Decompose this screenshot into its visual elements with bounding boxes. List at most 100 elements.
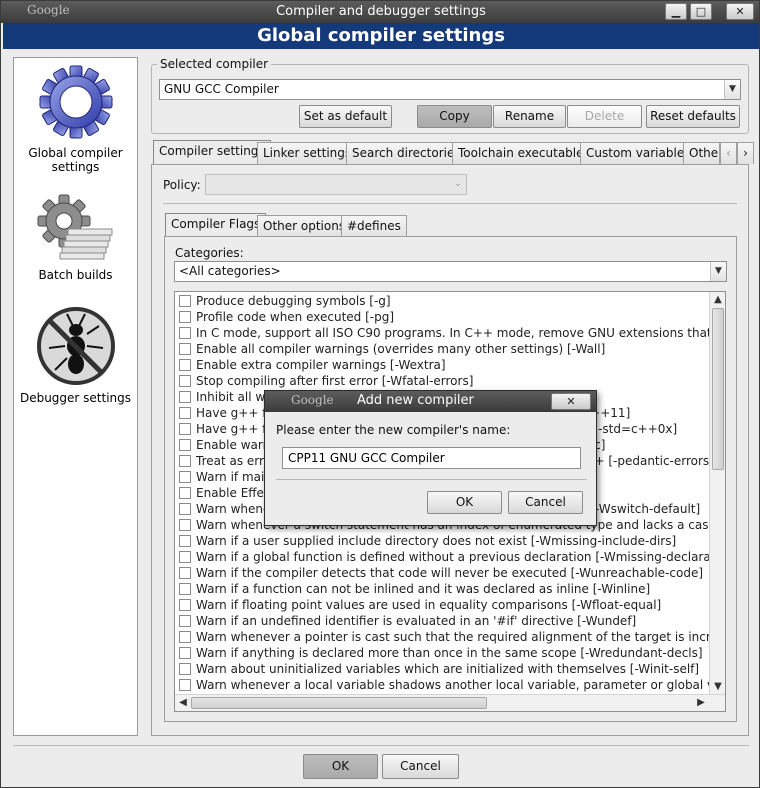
divider [163,203,737,204]
checkbox[interactable] [179,535,191,547]
tab-defines[interactable]: #defines [341,215,407,237]
ok-button[interactable]: OK [303,754,378,779]
checkbox[interactable] [179,471,191,483]
tab-custom-variables[interactable]: Custom variables [580,142,697,164]
cancel-button[interactable]: Cancel [382,754,459,779]
list-item[interactable]: Profile code when executed [-pg] [179,309,394,325]
close-button[interactable]: ✕ [726,3,754,20]
checkbox[interactable] [179,359,191,371]
dialog-title-bar[interactable]: Google Add new compiler ✕ [265,391,596,412]
list-item[interactable]: Warn whenever a pointer is cast such tha… [179,629,725,645]
dialog-close-button[interactable]: ✕ [551,393,591,410]
tab-other[interactable]: Othe [683,142,720,164]
maximize-button[interactable]: □ [690,3,712,20]
list-item[interactable]: Warn if a user supplied include director… [179,533,676,549]
checkbox[interactable] [179,423,191,435]
checkbox[interactable] [179,455,191,467]
checkbox[interactable] [179,679,191,691]
chevron-down-icon[interactable]: ▼ [710,262,726,281]
window-title: Compiler and debugger settings [276,4,486,19]
sidebar-item-batch-builds[interactable]: Batch builds [14,193,137,282]
flag-label: Produce debugging symbols [-g] [196,294,391,308]
checkbox[interactable] [179,631,191,643]
categories-select-value: <All categories> [179,264,281,278]
scroll-left-icon[interactable]: ◀ [175,695,191,711]
list-item[interactable]: Enable extra compiler warnings [-Wextra] [179,357,446,373]
tab-scroll-left-icon[interactable]: ‹ [720,142,737,164]
list-item[interactable]: Warn if a function can not be inlined an… [179,581,650,597]
checkbox[interactable] [179,391,191,403]
dialog-ok-button[interactable]: OK [427,491,502,514]
compiler-select-value: GNU GCC Compiler [164,82,279,96]
scroll-up-icon[interactable]: ▲ [710,292,725,308]
checkbox[interactable] [179,407,191,419]
scrollbar-thumb[interactable] [712,308,724,470]
list-item[interactable]: Stop compiling after first error [-Wfata… [179,373,473,389]
horizontal-scrollbar[interactable]: ◀ ▶ [175,694,725,711]
scroll-right-icon[interactable]: ▶ [693,695,709,711]
list-item[interactable]: Warn if an undefined identifier is evalu… [179,613,636,629]
list-item[interactable]: Warn if the compiler detects that code w… [179,565,703,581]
list-item[interactable]: Warn if a global function is defined wit… [179,549,725,565]
checkbox[interactable] [179,311,191,323]
batch-gears-icon [37,194,112,260]
checkbox[interactable] [179,295,191,307]
scroll-down-icon[interactable]: ▼ [710,679,725,695]
checkbox[interactable] [179,487,191,499]
vertical-scrollbar[interactable]: ▲ ▼ [709,292,725,695]
title-bar[interactable]: Google Compiler and debugger settings ▁ … [1,1,759,23]
delete-button[interactable]: Delete [567,105,642,128]
categories-label: Categories: [175,246,244,260]
checkbox[interactable] [179,599,191,611]
dialog-cancel-button[interactable]: Cancel [508,491,583,514]
checkbox[interactable] [179,615,191,627]
divider [276,479,587,480]
tab-linker-settings[interactable]: Linker settings [257,142,358,164]
checkbox[interactable] [179,375,191,387]
list-item[interactable]: Warn if anything is declared more than o… [179,645,703,661]
policy-select[interactable]: ⌄ [205,174,467,195]
checkbox[interactable] [179,647,191,659]
sidebar-item-debugger[interactable]: Debugger settings [14,304,137,405]
tab-other-options[interactable]: Other options [257,215,352,237]
compiler-name-input[interactable] [282,447,581,469]
checkbox[interactable] [179,503,191,515]
minimize-button[interactable]: ▁ [665,3,687,20]
chevron-down-icon[interactable]: ⌄ [450,175,466,194]
list-item[interactable]: Warn about uninitialized variables which… [179,661,699,677]
list-item[interactable]: Enable all compiler warnings (overrides … [179,341,605,357]
rename-button[interactable]: Rename [493,105,566,128]
selected-compiler-group-title: Selected compiler [157,57,272,71]
list-item[interactable]: Produce debugging symbols [-g] [179,293,391,309]
tab-toolchain-executables[interactable]: Toolchain executables [452,142,596,164]
set-default-button[interactable]: Set as default [299,105,392,128]
checkbox[interactable] [179,567,191,579]
flag-label: Warn if a function can not be inlined an… [196,582,651,596]
brand-logo: Google [291,393,334,407]
copy-button[interactable]: Copy [417,105,492,128]
chevron-down-icon[interactable]: ▼ [724,80,740,99]
checkbox[interactable] [179,519,191,531]
scrollbar-thumb[interactable] [191,697,487,709]
tab-compiler-flags[interactable]: Compiler Flags [165,213,267,237]
flag-label: Warn if floating point values are used i… [196,598,662,612]
checkbox[interactable] [179,327,191,339]
reset-defaults-button[interactable]: Reset defaults [646,105,740,128]
checkbox[interactable] [179,663,191,675]
tab-compiler-settings[interactable]: Compiler settings [153,140,271,165]
checkbox[interactable] [179,439,191,451]
sidebar-item-label: Batch builds [38,268,113,282]
categories-select[interactable]: <All categories> ▼ [174,261,727,282]
tab-scroll-right-icon[interactable]: › [737,142,754,164]
checkbox[interactable] [179,551,191,563]
list-item[interactable]: In C mode, support all ISO C90 programs.… [179,325,725,341]
sidebar-item-global-compiler[interactable]: Global compiler settings [14,61,137,174]
sidebar: Global compiler settings Batch builds De… [13,57,138,736]
tab-search-directories[interactable]: Search directories [346,142,467,164]
flag-label: Profile code when executed [-pg] [196,310,395,324]
list-item[interactable]: Warn whenever a local variable shadows a… [179,677,725,693]
checkbox[interactable] [179,343,191,355]
compiler-select[interactable]: GNU GCC Compiler ▼ [159,79,741,100]
checkbox[interactable] [179,583,191,595]
list-item[interactable]: Warn if floating point values are used i… [179,597,661,613]
